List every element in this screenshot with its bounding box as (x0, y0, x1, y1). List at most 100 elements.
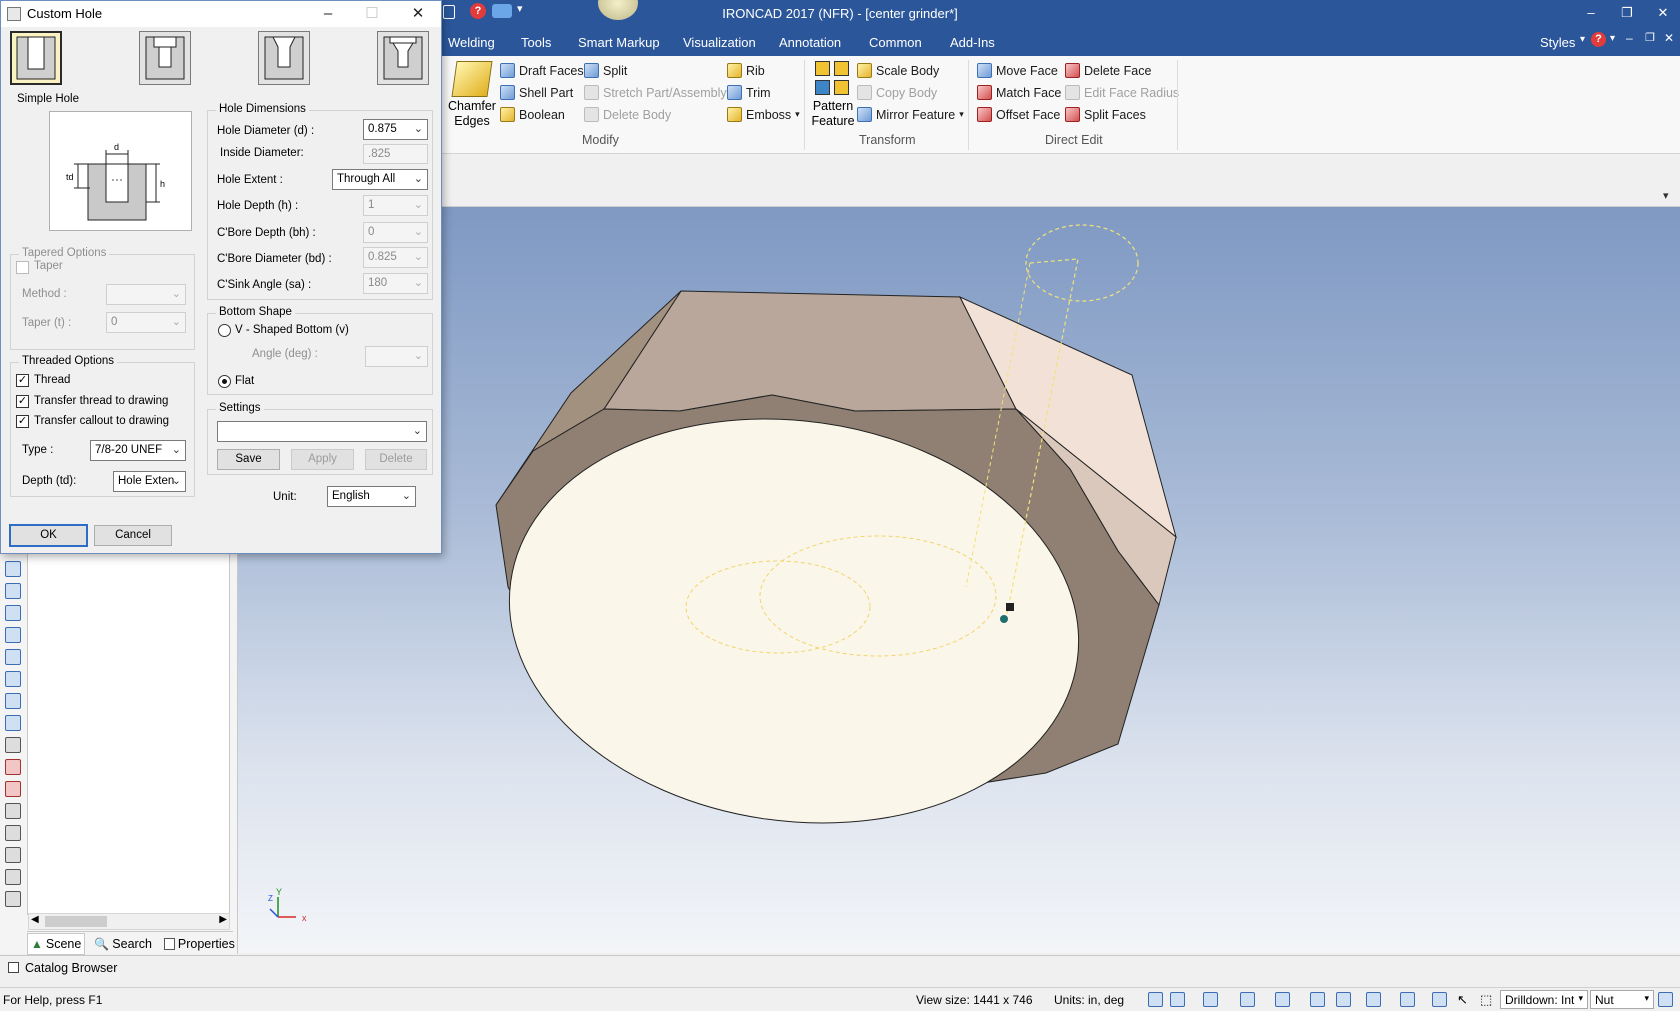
view-orientation-icon[interactable] (1275, 992, 1290, 1007)
scale-body-button[interactable]: Scale Body (857, 63, 939, 78)
tree-horizontal-scrollbar[interactable]: ◀ ▶ (28, 913, 230, 930)
vt-tool-icon[interactable] (5, 605, 21, 621)
hole-type-spotface-button[interactable] (377, 31, 429, 85)
match-face-button[interactable]: Match Face (977, 85, 1061, 100)
lock-icon[interactable] (1006, 603, 1014, 611)
hole-extent-select[interactable]: Through All ⌄ (332, 169, 428, 190)
help-dropdown-icon[interactable]: ▾ (1610, 33, 1615, 44)
vt-tool-icon[interactable] (5, 649, 21, 665)
tab-add-ins[interactable]: Add-Ins (950, 35, 995, 50)
split-button[interactable]: Split (584, 63, 627, 78)
chamfer-edges-button[interactable]: Chamfer Edges (446, 99, 498, 129)
cancel-button[interactable]: Cancel (94, 525, 172, 546)
edit-face-radius-button[interactable]: Edit Face Radius (1065, 85, 1179, 100)
vt-tool-icon[interactable] (5, 561, 21, 577)
taper-checkbox[interactable] (16, 261, 29, 274)
cbore-depth-input[interactable]: 0 ⌄ (363, 222, 428, 243)
catalog-browser-bar[interactable]: Catalog Browser (0, 955, 1680, 980)
emboss-button[interactable]: Emboss ▾ (727, 107, 800, 122)
zoom-icon[interactable] (1170, 992, 1185, 1007)
pattern-feature-icon[interactable] (815, 61, 851, 97)
vt-tool-icon[interactable] (5, 671, 21, 687)
shading-icon[interactable] (1400, 992, 1415, 1007)
ok-button[interactable]: OK (9, 524, 88, 547)
doc-minimize-icon[interactable]: – (1626, 31, 1633, 45)
method-select[interactable]: ⌄ (106, 284, 186, 305)
vt-sketch-icon[interactable] (5, 737, 21, 753)
tab-search[interactable]: 🔍 Search (91, 937, 155, 951)
render-mode-icon[interactable] (1240, 992, 1255, 1007)
draft-faces-button[interactable]: Draft Faces (500, 63, 584, 78)
ribbon-help-icon[interactable]: ? (1591, 32, 1606, 47)
vt-tool-icon[interactable] (5, 693, 21, 709)
boolean-button[interactable]: Boolean (500, 107, 565, 122)
tab-smart-markup[interactable]: Smart Markup (578, 35, 660, 50)
thread-checkbox[interactable]: ✓ (16, 374, 29, 387)
select-pointer-icon[interactable]: ↖ (1457, 992, 1468, 1008)
display-icon[interactable] (1366, 992, 1381, 1007)
pan-icon[interactable] (1432, 992, 1447, 1007)
ribbon-collapse-icon[interactable]: ▾ (1663, 189, 1669, 202)
vt-angle-icon[interactable] (5, 803, 21, 819)
vt-cancel-icon[interactable] (5, 847, 21, 863)
tab-scene[interactable]: ▲ Scene (27, 932, 86, 955)
scroll-left-icon[interactable]: ◀ (31, 914, 39, 925)
dialog-close-icon[interactable]: ✕ (403, 3, 433, 25)
transfer-thread-checkbox[interactable]: ✓ (16, 395, 29, 408)
move-face-button[interactable]: Move Face (977, 63, 1058, 78)
doc-restore-icon[interactable]: ❐ (1645, 31, 1655, 44)
styles-menu[interactable]: Styles (1540, 35, 1575, 50)
mirror-feature-button[interactable]: Mirror Feature ▾ (857, 107, 964, 122)
split-faces-button[interactable]: Split Faces (1065, 107, 1146, 122)
hole-depth-input[interactable]: 1 ⌄ (363, 195, 428, 216)
shell-part-button[interactable]: Shell Part (500, 85, 573, 100)
tab-visualization[interactable]: Visualization (683, 35, 756, 50)
settings-save-button[interactable]: Save (217, 449, 280, 470)
selection-filter-select[interactable]: Nut ▾ (1590, 990, 1654, 1009)
hole-type-counterbore-button[interactable] (139, 31, 191, 85)
rib-button[interactable]: Rib (727, 63, 765, 78)
vt-eye-icon[interactable] (5, 781, 21, 797)
tab-properties[interactable]: Properties (161, 937, 238, 951)
vt-tool-icon[interactable] (5, 627, 21, 643)
vt-grip-icon[interactable] (5, 891, 21, 907)
delete-face-button[interactable]: Delete Face (1065, 63, 1151, 78)
save-icon[interactable] (443, 5, 455, 19)
zoom-all-icon[interactable] (1148, 992, 1163, 1007)
help-icon[interactable]: ? (470, 3, 486, 19)
doc-close-icon[interactable]: ✕ (1664, 31, 1674, 45)
graduation-cap-icon[interactable] (492, 4, 512, 18)
unit-select[interactable]: English ⌄ (327, 486, 416, 507)
tab-tools[interactable]: Tools (521, 35, 551, 50)
delete-body-button[interactable]: Delete Body (584, 107, 671, 122)
cbore-diameter-input[interactable]: 0.825 ⌄ (363, 247, 428, 268)
v-shaped-bottom-radio[interactable] (218, 324, 231, 337)
anchor-point-icon[interactable] (1000, 615, 1008, 623)
camera-icon[interactable] (1310, 992, 1325, 1007)
dialog-minimize-icon[interactable]: – (313, 3, 343, 25)
quick-access-dropdown-icon[interactable]: ▾ (517, 2, 523, 15)
scroll-right-icon[interactable]: ▶ (219, 914, 227, 925)
transfer-callout-checkbox[interactable]: ✓ (16, 415, 29, 428)
thread-depth-select[interactable]: Hole Exten ⌄ (113, 471, 186, 492)
settings-select[interactable]: ⌄ (217, 421, 427, 442)
view-cube-icon[interactable] (1203, 992, 1218, 1007)
vt-tool-icon[interactable] (5, 715, 21, 731)
orbit-icon[interactable] (1336, 992, 1351, 1007)
settings-delete-button[interactable]: Delete (365, 449, 427, 470)
vt-pointer-icon[interactable] (5, 869, 21, 885)
minimize-icon[interactable]: – (1580, 3, 1602, 23)
settings-apply-button[interactable]: Apply (291, 449, 354, 470)
csink-angle-input[interactable]: 180 ⌄ (363, 273, 428, 294)
close-icon[interactable]: ✕ (1652, 3, 1674, 23)
thread-type-select[interactable]: 7/8-20 UNEF ⌄ (90, 440, 186, 461)
dialog-title-bar[interactable]: Custom Hole – ☐ ✕ (1, 1, 441, 27)
filter-options-icon[interactable] (1658, 992, 1673, 1007)
3d-viewport[interactable]: x Y Z (238, 207, 1680, 953)
copy-body-button[interactable]: Copy Body (857, 85, 937, 100)
vt-tool-icon[interactable] (5, 583, 21, 599)
taper-t-select[interactable]: 0 ⌄ (106, 312, 186, 333)
pattern-feature-button[interactable]: Pattern Feature (807, 99, 859, 129)
hole-type-simple-button[interactable] (10, 31, 62, 85)
offset-face-button[interactable]: Offset Face (977, 107, 1060, 122)
